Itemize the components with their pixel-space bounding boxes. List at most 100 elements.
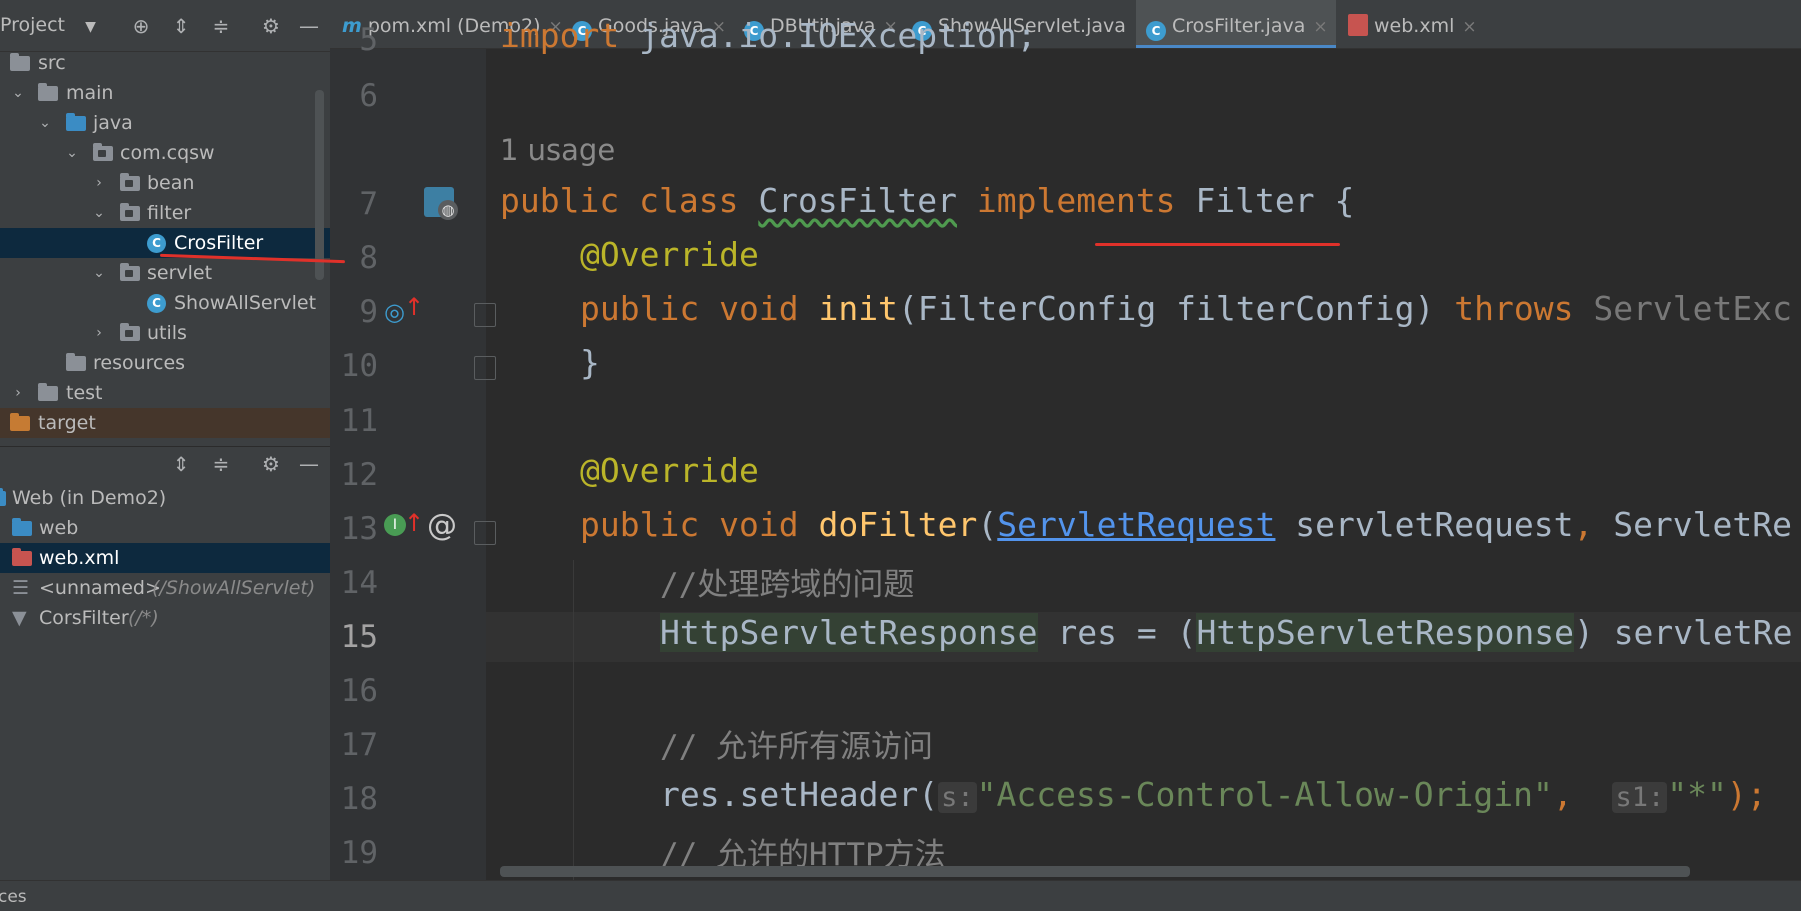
servlet-icon: ☰ (12, 577, 30, 599)
tree-item-target[interactable]: target (0, 408, 330, 438)
servlet-mapping-hint: (/ShowAllServlet) (152, 577, 316, 599)
bottom-tool-label[interactable]: ces (0, 887, 27, 907)
tree-item-label: <unnamed> (39, 577, 161, 599)
code-token: } (580, 343, 600, 382)
code-line-18: res.setHeader(s:"Access-Control-Allow-Or… (660, 775, 1767, 814)
code-token: res = ( (1037, 613, 1197, 652)
gear-icon[interactable]: ⚙ (258, 13, 284, 39)
at-annotation-icon[interactable]: @ (427, 508, 457, 543)
package-icon (120, 173, 140, 191)
gear-icon[interactable]: ⚙ (258, 451, 284, 477)
project-title: Project (0, 14, 66, 36)
tree-item-resources[interactable]: resources (0, 348, 330, 378)
minimize-icon[interactable]: — (296, 451, 322, 477)
tree-item-com-cqsw[interactable]: ⌄ com.cqsw (0, 138, 330, 168)
line-number: 18 (340, 781, 378, 817)
code-token: Filter (1195, 181, 1315, 220)
fold-marker-icon[interactable] (474, 521, 496, 545)
locate-icon[interactable]: ⊕ (128, 13, 154, 39)
type-link[interactable]: ServletRequest (997, 505, 1275, 544)
editor-horizontal-scrollbar[interactable] (500, 866, 1690, 877)
fold-marker-icon[interactable] (474, 356, 496, 380)
line-number: 8 (359, 240, 378, 276)
excluded-folder-icon (10, 413, 30, 431)
code-token: ServletExc (1573, 289, 1792, 328)
code-line-10: } (580, 343, 600, 382)
chevron-right-icon[interactable]: › (91, 318, 107, 348)
override-method-icon[interactable]: ◎ (384, 298, 405, 326)
tree-item-label: bean (147, 172, 195, 194)
code-line-8: @Override (580, 235, 759, 274)
package-icon (120, 263, 140, 281)
web-item-corsfilter[interactable]: ▼ CorsFilter (/*) (0, 603, 330, 633)
tree-item-test[interactable]: › test (0, 378, 330, 408)
class-icon: C (1146, 21, 1166, 41)
code-token: , (1552, 775, 1573, 814)
parameter-hint: s: (938, 782, 977, 813)
minimize-icon[interactable]: — (296, 13, 322, 39)
code-token: class (639, 181, 739, 220)
tree-item-bean[interactable]: › bean (0, 168, 330, 198)
line-number: 16 (340, 673, 378, 709)
code-token: (FilterConfig filterConfig) (897, 289, 1455, 328)
code-token: public (500, 181, 620, 220)
project-view-selector[interactable]: Project ▼ (0, 14, 96, 36)
tree-item-utils[interactable]: › utils (0, 318, 330, 348)
chevron-down-icon[interactable]: ⌄ (37, 108, 53, 138)
web-item-unnamed-servlet[interactable]: ☰ <unnamed> (/ShowAllServlet) (0, 573, 330, 603)
chevron-down-icon[interactable]: ⌄ (91, 258, 107, 288)
line-number: 14 (340, 565, 378, 601)
project-tool-window: Project ▼ ⊕ ⇕ ≑ ⚙ — src ⌄ main ⌄ java ⌄ … (0, 0, 330, 880)
code-token: servletRequest (1275, 505, 1574, 544)
tree-item-src[interactable]: src (0, 48, 330, 78)
class-name-token: CrosFilter (758, 181, 957, 220)
close-icon[interactable]: × (1313, 17, 1327, 37)
line-number: 15 (340, 619, 378, 655)
tree-item-showallservlet[interactable]: C ShowAllServlet (0, 288, 330, 318)
bottom-tool-strip: ces (0, 880, 1801, 911)
package-icon (93, 143, 113, 161)
line-number: 10 (340, 348, 378, 384)
tree-item-filter[interactable]: ⌄ filter (0, 198, 330, 228)
collapse-all-icon[interactable]: ≑ (208, 451, 234, 477)
web-folder-icon (12, 518, 32, 536)
chevron-right-icon[interactable]: › (10, 378, 26, 408)
close-icon[interactable]: × (1462, 17, 1476, 37)
tab-web-xml[interactable]: web.xml × (1336, 0, 1485, 48)
usage-hint[interactable]: 1 usage (500, 133, 615, 167)
web-item-facet[interactable]: Web (in Demo2) (0, 483, 330, 513)
code-token: doFilter (818, 505, 978, 544)
code-token: { (1334, 181, 1355, 220)
chevron-right-icon[interactable]: › (91, 168, 107, 198)
tree-item-servlet[interactable]: ⌄ servlet (0, 258, 330, 288)
tree-item-label: Web (in Demo2) (12, 487, 167, 509)
string-token: "*" (1667, 775, 1727, 814)
project-scrollbar[interactable] (315, 90, 324, 280)
up-arrow-icon: ↑ (404, 293, 425, 321)
tab-label: CrosFilter.java (1172, 15, 1306, 37)
line-number: 9 (359, 294, 378, 330)
line-number: 11 (340, 403, 378, 439)
web-item-web-xml[interactable]: web.xml (0, 543, 330, 573)
class-icon: C (147, 294, 166, 313)
tab-crosfilter-java[interactable]: C CrosFilter.java × (1136, 0, 1336, 48)
expand-all-icon[interactable]: ⇕ (168, 451, 194, 477)
expand-all-icon[interactable]: ⇕ (168, 13, 194, 39)
chevron-down-icon[interactable]: ⌄ (91, 198, 107, 228)
tree-item-main[interactable]: ⌄ main (0, 78, 330, 108)
fold-marker-icon[interactable] (474, 303, 496, 327)
code-token: init (818, 289, 898, 328)
comment-token: // 允许所有源访问 (660, 729, 933, 765)
tree-item-label: java (93, 112, 133, 134)
line-number: 12 (340, 457, 378, 493)
web-item-web[interactable]: web (0, 513, 330, 543)
tree-item-label: ShowAllServlet (174, 292, 317, 314)
chevron-down-icon[interactable]: ⌄ (10, 78, 26, 108)
chevron-down-icon[interactable]: ⌄ (64, 138, 80, 168)
collapse-all-icon[interactable]: ≑ (208, 13, 234, 39)
implements-method-icon[interactable]: I (384, 514, 406, 536)
code-token: implements (976, 181, 1176, 220)
code-line-5: import java.io.IOException; (500, 16, 1036, 55)
tree-item-java[interactable]: ⌄ java (0, 108, 330, 138)
class-icon: C (147, 234, 166, 253)
